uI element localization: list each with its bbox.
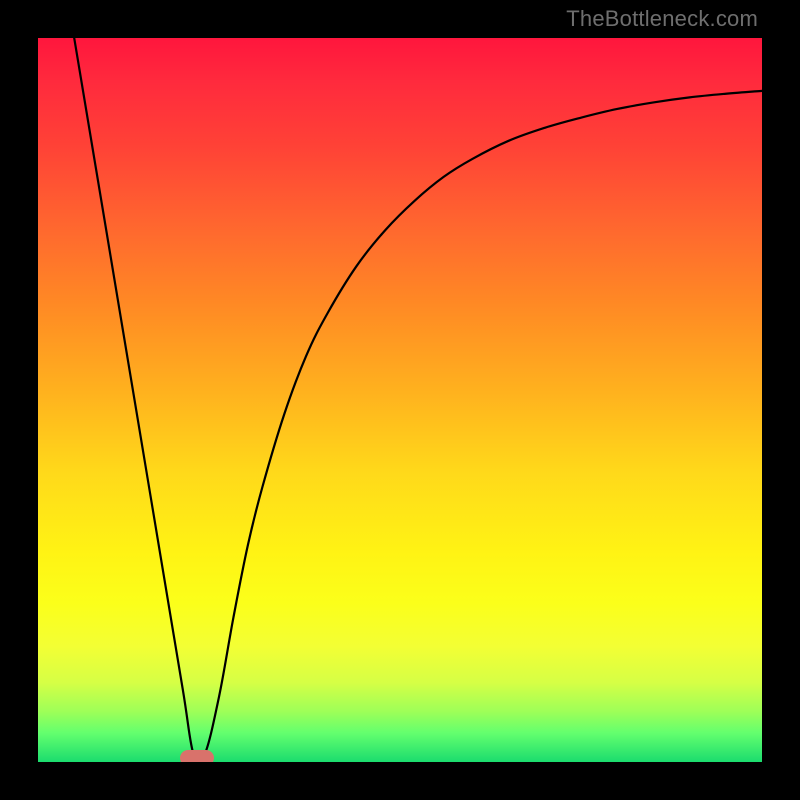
plot-area bbox=[38, 38, 762, 762]
bottleneck-curve bbox=[38, 38, 762, 762]
minimum-marker bbox=[180, 750, 214, 762]
watermark-text: TheBottleneck.com bbox=[566, 6, 758, 32]
chart-frame: TheBottleneck.com bbox=[0, 0, 800, 800]
